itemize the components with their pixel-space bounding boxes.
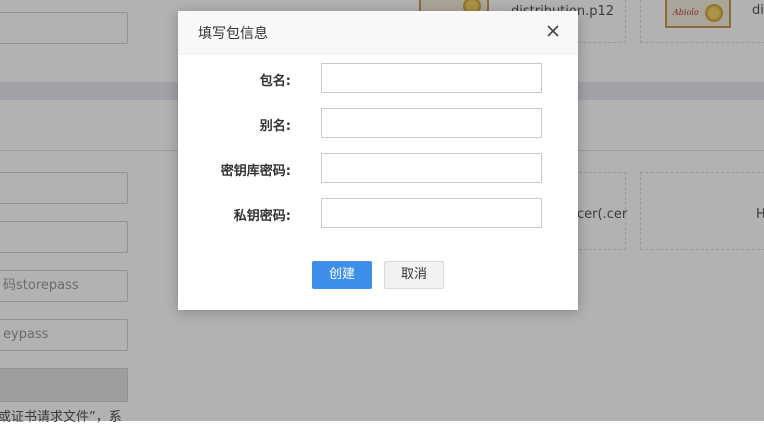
keystore-password-label: 密钥库密码: bbox=[220, 164, 291, 179]
keystore-password-input[interactable] bbox=[321, 153, 542, 183]
dialog-title: 填写包信息 bbox=[198, 26, 268, 42]
close-icon[interactable] bbox=[546, 24, 560, 38]
form-row-package-name: 包名: bbox=[178, 63, 578, 93]
form-row-keystore-password: 密钥库密码: bbox=[178, 153, 578, 183]
create-button[interactable]: 创建 bbox=[312, 261, 372, 289]
cancel-button[interactable]: 取消 bbox=[384, 261, 444, 289]
alias-input[interactable] bbox=[321, 108, 542, 138]
form-row-private-key-password: 私钥密码: bbox=[178, 198, 578, 228]
package-info-dialog: 填写包信息 包名: 别名: 密钥库密码: 私钥密码: 创建 取消 bbox=[178, 11, 578, 310]
private-key-password-label: 私钥密码: bbox=[233, 209, 291, 224]
alias-label: 别名: bbox=[259, 119, 291, 134]
package-name-input[interactable] bbox=[321, 63, 542, 93]
private-key-password-input[interactable] bbox=[321, 198, 542, 228]
package-name-label: 包名: bbox=[259, 74, 291, 89]
dialog-header: 填写包信息 bbox=[178, 11, 578, 54]
form-row-alias: 别名: bbox=[178, 108, 578, 138]
